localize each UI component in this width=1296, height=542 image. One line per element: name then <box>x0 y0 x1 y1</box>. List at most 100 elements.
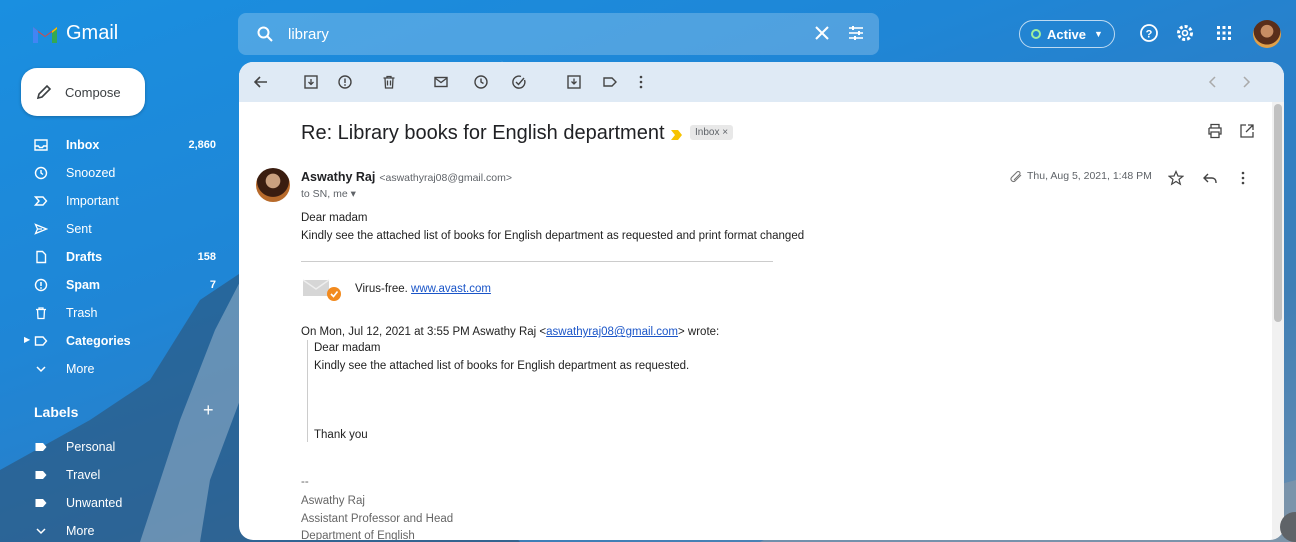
label-item-travel[interactable]: Travel <box>0 461 230 489</box>
clock-icon <box>34 166 48 180</box>
gmail-logo-icon <box>33 26 57 43</box>
sidebar-item-sent[interactable]: Sent <box>0 215 230 243</box>
label-name: More <box>66 524 95 538</box>
signature-separator: -- <box>301 476 309 488</box>
chevron-down-icon <box>36 366 46 373</box>
sidebar-item-label: Spam <box>66 278 101 292</box>
spam-count: 7 <box>209 279 216 291</box>
quoted-thanks: Thank you <box>314 429 368 441</box>
report-spam-icon[interactable] <box>337 74 353 90</box>
status-label: Active <box>1047 26 1087 42</box>
sidebar-item-label: Snoozed <box>66 166 116 180</box>
reply-icon[interactable] <box>1202 170 1218 186</box>
print-icon[interactable] <box>1207 123 1223 139</box>
label-item-more[interactable]: More <box>0 517 230 542</box>
signature-title: Assistant Professor and Head <box>301 513 454 525</box>
label-tag-icon <box>35 443 47 451</box>
sidebar-item-categories[interactable]: ▶ Categories <box>0 327 230 355</box>
open-in-new-window-icon[interactable] <box>1239 123 1255 139</box>
star-icon[interactable] <box>1168 170 1184 186</box>
back-arrow-icon[interactable] <box>253 74 269 90</box>
gear-icon[interactable] <box>1175 23 1195 43</box>
chevron-right-icon[interactable] <box>1238 74 1254 90</box>
gmail-brand[interactable]: Gmail <box>32 22 118 45</box>
label-name: Travel <box>66 468 101 482</box>
sidebar-item-more[interactable]: More <box>0 355 230 383</box>
sidebar-item-snoozed[interactable]: Snoozed <box>0 159 230 187</box>
avast-envelope-icon <box>303 279 341 301</box>
scrollbar[interactable] <box>1272 102 1284 540</box>
compose-label: Compose <box>65 84 121 100</box>
sidebar-item-label: Trash <box>66 306 98 320</box>
signature-department: Department of English <box>301 530 415 540</box>
quoted-email-link[interactable]: aswathyraj08@gmail.com <box>546 326 678 338</box>
sidebar-item-label: Categories <box>66 334 131 348</box>
label-tag-icon <box>35 471 47 479</box>
apps-grid-icon[interactable] <box>1214 23 1234 43</box>
label-icon <box>34 336 48 346</box>
inbox-label-chip[interactable]: Inbox × <box>690 125 734 140</box>
label-icon[interactable] <box>602 74 618 90</box>
virus-free-label: Virus-free. <box>355 283 408 295</box>
more-vertical-icon[interactable] <box>633 74 649 90</box>
status-dot-icon <box>1031 29 1041 39</box>
sidebar-item-important[interactable]: Important <box>0 187 230 215</box>
search-bar[interactable] <box>238 13 879 55</box>
quote-bar <box>307 340 308 442</box>
add-task-icon[interactable] <box>511 74 527 90</box>
label-item-personal[interactable]: Personal <box>0 433 230 461</box>
sidebar-item-spam[interactable]: Spam 7 <box>0 271 230 299</box>
delete-icon[interactable] <box>381 74 397 90</box>
sidebar-item-label: Drafts <box>66 250 103 264</box>
chevron-left-icon[interactable] <box>1205 74 1221 90</box>
mark-unread-icon[interactable] <box>433 74 449 90</box>
draft-icon <box>36 250 47 264</box>
recipients-dropdown[interactable]: to SN, me ▾ <box>301 188 356 200</box>
status-dropdown[interactable]: Active ▼ <box>1019 20 1115 48</box>
quote-header: On Mon, Jul 12, 2021 at 3:55 PM Aswathy … <box>301 326 719 338</box>
sender-email: <aswathyraj08@gmail.com> <box>379 172 512 184</box>
label-item-unwanted[interactable]: Unwanted <box>0 489 230 517</box>
sender-name: Aswathy Raj <aswathyraj08@gmail.com> <box>301 170 512 184</box>
move-to-icon[interactable] <box>566 74 582 90</box>
svg-text:?: ? <box>1146 29 1153 41</box>
sidebar-nav: Inbox 2,860 Snoozed Important Sent Draft… <box>0 131 230 383</box>
email-toolbar <box>239 62 1284 102</box>
chevron-down-icon <box>36 528 46 535</box>
avast-link[interactable]: www.avast.com <box>411 283 491 295</box>
snooze-icon[interactable] <box>473 74 489 90</box>
labels-list: Personal Travel Unwanted More <box>0 433 230 542</box>
send-icon <box>34 223 48 235</box>
help-icon[interactable]: ? <box>1139 23 1159 43</box>
sender-avatar[interactable] <box>256 168 290 202</box>
quote-header-end: > wrote: <box>678 326 720 338</box>
unread-count: 2,860 <box>188 139 216 151</box>
add-label-icon[interactable]: + <box>203 400 214 421</box>
expand-arrow-icon[interactable]: ▶ <box>24 335 30 344</box>
scrollbar-thumb[interactable] <box>1274 104 1282 322</box>
more-vertical-icon[interactable] <box>1235 170 1251 186</box>
account-avatar[interactable] <box>1253 20 1281 48</box>
important-icon <box>34 196 48 206</box>
quoted-greeting: Dear madam <box>314 342 381 354</box>
search-icon[interactable] <box>256 25 274 43</box>
draft-count: 158 <box>197 251 216 263</box>
email-subject: Re: Library books for English department <box>301 122 665 144</box>
search-input[interactable] <box>288 25 768 43</box>
email-body: Kindly see the attached list of books fo… <box>301 230 805 242</box>
label-name: Personal <box>66 440 116 454</box>
importance-marker-icon[interactable] <box>671 130 683 140</box>
filter-options-icon[interactable] <box>847 24 865 42</box>
compose-button[interactable]: Compose <box>21 68 145 116</box>
top-bar: Gmail Active ▼ ? <box>0 0 1296 64</box>
archive-icon[interactable] <box>303 74 319 90</box>
close-icon[interactable] <box>813 24 831 42</box>
sidebar-item-drafts[interactable]: Drafts 158 <box>0 243 230 271</box>
quoted-body: Kindly see the attached list of books fo… <box>314 360 690 372</box>
sidebar-item-inbox[interactable]: Inbox 2,860 <box>0 131 230 159</box>
virus-free-notice: Virus-free. www.avast.com <box>355 283 491 295</box>
chevron-down-icon: ▼ <box>1094 29 1103 39</box>
email-panel: Re: Library books for English department… <box>239 62 1284 540</box>
sidebar-item-trash[interactable]: Trash <box>0 299 230 327</box>
sidebar-item-label: More <box>66 362 95 376</box>
